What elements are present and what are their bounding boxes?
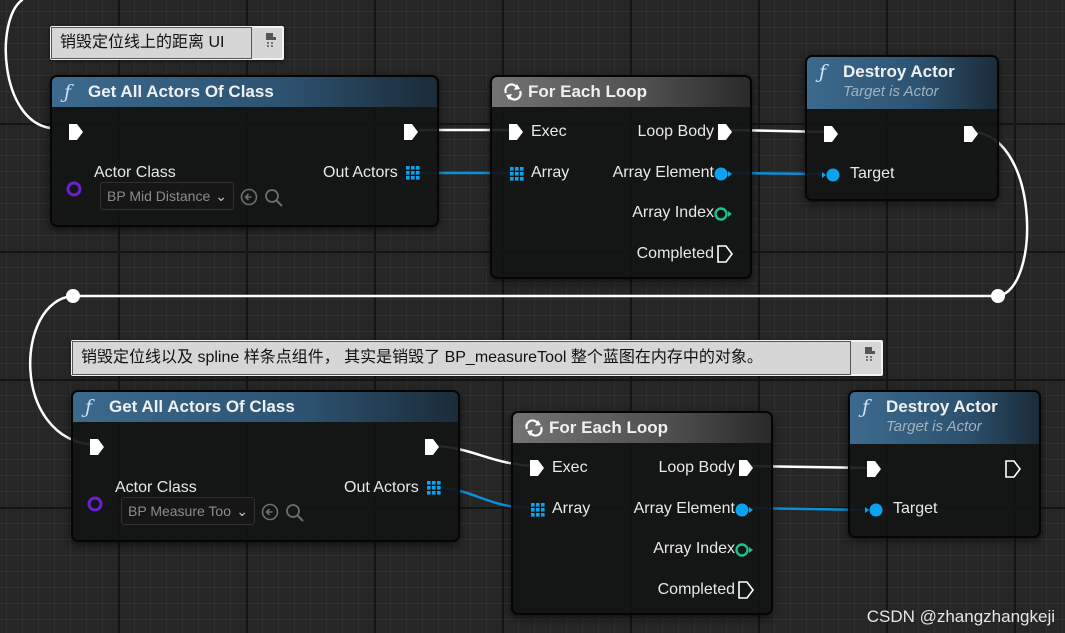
exec-in-pin[interactable] (89, 438, 105, 456)
loop-body-label: Loop Body (637, 123, 714, 140)
array-label: Array (531, 164, 570, 181)
node-title: For Each Loop (549, 418, 668, 437)
dropdown-value: BP Mid Distance (107, 188, 211, 204)
exec-out-pin[interactable] (1005, 460, 1021, 478)
use-selected-asset-icon[interactable] (240, 188, 258, 206)
target-input-pin[interactable] (864, 502, 884, 518)
completed-label: Completed (657, 581, 735, 598)
exec-in-pin[interactable] (508, 123, 524, 141)
array-grid-icon[interactable] (427, 481, 441, 495)
node-title: Destroy Actor (843, 62, 955, 81)
array-index-label: Array Index (632, 204, 714, 221)
array-label: Array (552, 500, 591, 517)
comment-text: 销毁定位线以及 spline 样条点组件， 其实是销毁了 BP_measureT… (81, 349, 763, 366)
node-header: For Each Loop (513, 413, 771, 443)
function-icon: ƒ (64, 81, 72, 103)
node-subtitle: Target is Actor (886, 418, 982, 435)
chevron-down-icon: ⌄ (215, 188, 227, 204)
comment-pin-icon[interactable] (863, 345, 877, 363)
get-all-actors-node-2[interactable]: ƒ Get All Actors Of Class Actor Class Ou… (71, 390, 460, 542)
target-label: Target (850, 165, 895, 182)
function-icon: ƒ (862, 396, 870, 418)
completed-exec-pin[interactable] (717, 245, 733, 263)
exec-in-pin[interactable] (866, 460, 882, 478)
function-icon: ƒ (85, 396, 93, 418)
node-header: For Each Loop (492, 77, 750, 107)
node-title: Get All Actors Of Class (109, 397, 295, 416)
comment-box-2[interactable]: 销毁定位线以及 spline 样条点组件， 其实是销毁了 BP_measureT… (71, 340, 883, 376)
class-pin-icon[interactable] (87, 496, 103, 512)
out-actors-label: Out Actors (323, 164, 398, 181)
exec-in-pin[interactable] (529, 459, 545, 477)
reroute-node-right[interactable] (991, 289, 1005, 303)
index-output-pin[interactable] (713, 206, 733, 222)
loop-body-label: Loop Body (658, 459, 735, 476)
function-icon: ƒ (819, 61, 827, 83)
completed-exec-pin[interactable] (738, 581, 754, 599)
node-title: Destroy Actor (886, 397, 998, 416)
exec-in-pin[interactable] (68, 123, 84, 141)
comment-box-1[interactable]: 销毁定位线上的距离 UI (50, 26, 284, 60)
loop-body-exec-pin[interactable] (738, 459, 754, 477)
completed-label: Completed (636, 245, 714, 262)
comment-text: 销毁定位线上的距离 UI (60, 34, 225, 51)
node-header: ƒ Destroy Actor Target is Actor (850, 392, 1039, 444)
exec-label: Exec (552, 459, 588, 476)
for-each-loop-node-1[interactable]: For Each Loop Exec Loop Body Array Array… (490, 75, 752, 279)
array-grid-icon[interactable] (531, 503, 545, 517)
object-output-pin[interactable] (713, 166, 733, 182)
reroute-node-left[interactable] (66, 289, 80, 303)
actor-class-dropdown[interactable]: BP Mid Distance ⌄ (100, 182, 234, 210)
dropdown-value: BP Measure Too (128, 503, 231, 519)
destroy-actor-node-2[interactable]: ƒ Destroy Actor Target is Actor Target (848, 390, 1041, 538)
chevron-down-icon: ⌄ (236, 503, 248, 519)
node-header: ƒ Destroy Actor Target is Actor (807, 57, 997, 109)
node-header: ƒ Get All Actors Of Class (52, 77, 437, 107)
comment-pin-icon[interactable] (264, 31, 278, 49)
node-title: Get All Actors Of Class (88, 82, 274, 101)
loop-body-exec-pin[interactable] (717, 123, 733, 141)
out-actors-label: Out Actors (344, 479, 419, 496)
browse-search-icon[interactable] (264, 188, 284, 208)
destroy-actor-node-1[interactable]: ƒ Destroy Actor Target is Actor Target (805, 55, 999, 201)
node-title: For Each Loop (528, 82, 647, 101)
actor-class-label: Actor Class (94, 164, 176, 181)
watermark: CSDN @zhangzhangkeji (866, 607, 1055, 626)
use-selected-asset-icon[interactable] (261, 503, 279, 521)
array-grid-icon[interactable] (510, 167, 524, 181)
object-output-pin[interactable] (734, 502, 754, 518)
array-grid-icon[interactable] (406, 166, 420, 180)
array-element-label: Array Element (633, 500, 735, 517)
array-element-label: Array Element (612, 164, 714, 181)
array-index-label: Array Index (653, 540, 735, 557)
loop-icon (525, 419, 543, 437)
exec-wire-top-in (4, 0, 52, 130)
class-pin-icon[interactable] (66, 181, 82, 197)
for-each-loop-node-2[interactable]: For Each Loop Exec Loop Body Array Array… (511, 411, 773, 615)
get-all-actors-node-1[interactable]: ƒ Get All Actors Of Class Actor Class Ou… (50, 75, 439, 227)
target-input-pin[interactable] (821, 167, 841, 183)
exec-out-pin[interactable] (424, 438, 440, 456)
exec-in-pin[interactable] (823, 125, 839, 143)
node-header: ƒ Get All Actors Of Class (73, 392, 458, 422)
exec-label: Exec (531, 123, 567, 140)
actor-class-label: Actor Class (115, 479, 197, 496)
loop-icon (504, 83, 522, 101)
index-output-pin[interactable] (734, 542, 754, 558)
actor-class-dropdown[interactable]: BP Measure Too ⌄ (121, 497, 255, 525)
exec-out-pin[interactable] (963, 125, 979, 143)
node-subtitle: Target is Actor (843, 83, 939, 100)
browse-search-icon[interactable] (285, 503, 305, 523)
exec-out-pin[interactable] (403, 123, 419, 141)
target-label: Target (893, 500, 938, 517)
